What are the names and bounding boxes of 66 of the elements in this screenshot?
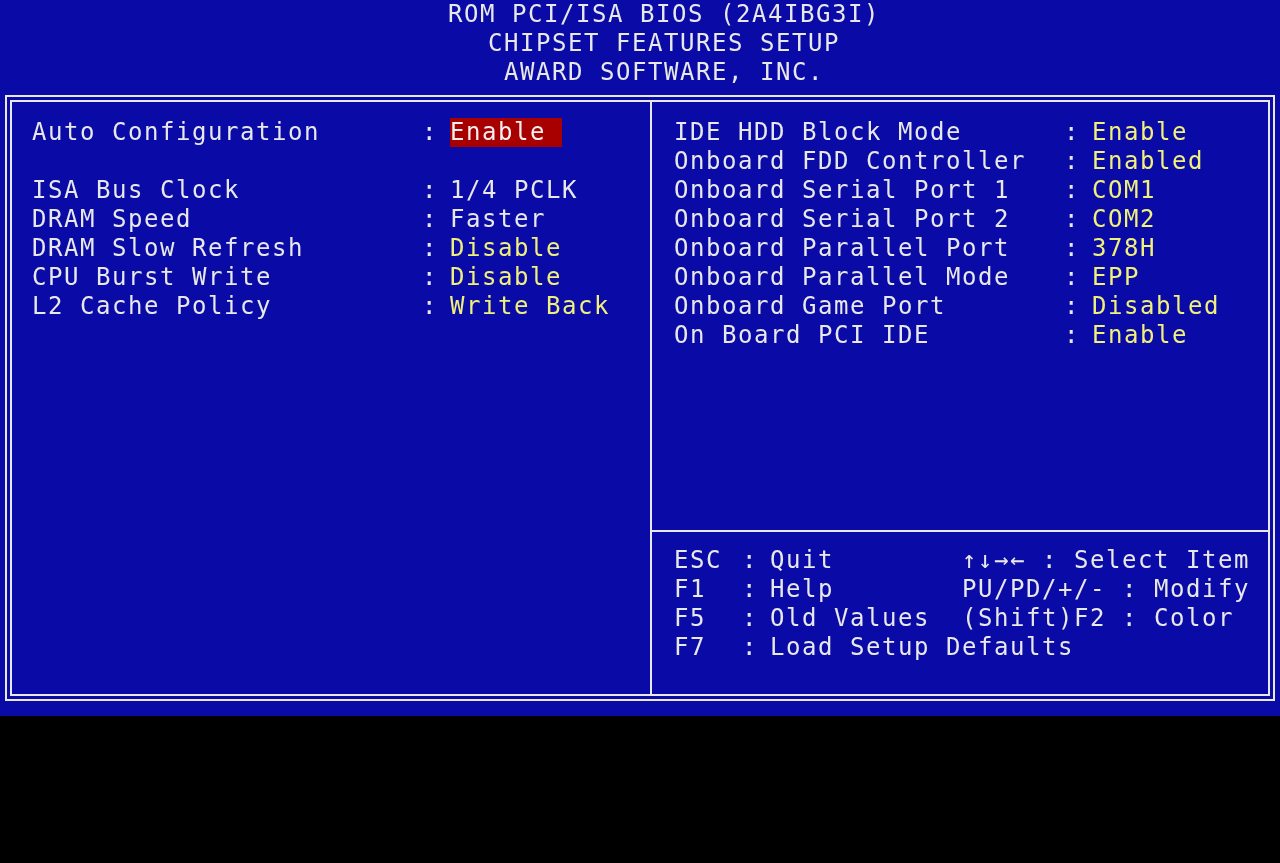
separator-colon: : xyxy=(1064,234,1081,263)
setting-label: Auto Configuration xyxy=(32,118,321,147)
separator-colon: : xyxy=(742,575,759,604)
setting-label: Onboard Game Port xyxy=(674,292,947,321)
help-key: F5 xyxy=(674,604,742,633)
separator-colon: : xyxy=(422,234,439,263)
separator-colon: : xyxy=(742,633,759,662)
separator-colon: : xyxy=(1122,604,1138,633)
help-action: Modify xyxy=(1154,575,1250,604)
setting-value[interactable]: 1/4 PCLK xyxy=(450,176,578,205)
help-action: Help xyxy=(770,575,834,604)
setting-label: DRAM Speed xyxy=(32,205,193,234)
separator-colon: : xyxy=(1064,147,1081,176)
help-key: ↑↓→← xyxy=(962,546,1026,575)
setting-label: Onboard Parallel Port xyxy=(674,234,1011,263)
help-key: PU/PD/+/- xyxy=(962,575,1106,604)
setting-label: On Board PCI IDE xyxy=(674,321,931,350)
setting-label: CPU Burst Write xyxy=(32,263,273,292)
setting-value[interactable]: EPP xyxy=(1092,263,1140,292)
setting-value[interactable]: Write Back xyxy=(450,292,610,321)
setting-label: Onboard Serial Port 2 xyxy=(674,205,1011,234)
header-title: AWARD SOFTWARE, INC. xyxy=(504,58,824,87)
setting-value[interactable]: 378H xyxy=(1092,234,1156,263)
setting-value[interactable]: Disable xyxy=(450,263,562,292)
header-title: CHIPSET FEATURES SETUP xyxy=(488,29,840,58)
separator-colon: : xyxy=(742,546,759,575)
separator-colon: : xyxy=(422,118,439,147)
separator-colon: : xyxy=(1064,176,1081,205)
setting-label: DRAM Slow Refresh xyxy=(32,234,305,263)
separator-colon: : xyxy=(1064,321,1081,350)
setting-value[interactable]: Disable xyxy=(450,234,562,263)
help-action: Select Item xyxy=(1074,546,1250,575)
separator-colon: : xyxy=(742,604,759,633)
separator-colon: : xyxy=(422,292,439,321)
help-action: Color xyxy=(1154,604,1234,633)
setting-value[interactable]: COM1 xyxy=(1092,176,1156,205)
help-key: F7 xyxy=(674,633,742,662)
setting-label: IDE HDD Block Mode xyxy=(674,118,963,147)
setting-value[interactable]: Enable xyxy=(1092,321,1188,350)
setting-value[interactable]: Enabled xyxy=(1092,147,1204,176)
separator-colon: : xyxy=(1064,205,1081,234)
setting-value[interactable]: COM2 xyxy=(1092,205,1156,234)
setting-label: Onboard Serial Port 1 xyxy=(674,176,1011,205)
separator-colon: : xyxy=(1064,263,1081,292)
separator-colon: : xyxy=(422,205,439,234)
setting-label: Onboard Parallel Mode xyxy=(674,263,1011,292)
setting-label: ISA Bus Clock xyxy=(32,176,241,205)
setting-value[interactable]: Enable xyxy=(450,118,562,147)
separator-colon: : xyxy=(1064,118,1081,147)
setting-value[interactable]: Disabled xyxy=(1092,292,1220,321)
separator-colon: : xyxy=(422,176,439,205)
separator-colon: : xyxy=(1064,292,1081,321)
help-action: Old Values xyxy=(770,604,930,633)
setting-label: Onboard FDD Controller xyxy=(674,147,1027,176)
help-key: F1 xyxy=(674,575,742,604)
setting-value[interactable]: Enable xyxy=(1092,118,1188,147)
help-key: ESC xyxy=(674,546,742,575)
setting-value[interactable]: Faster xyxy=(450,205,546,234)
separator-colon: : xyxy=(1042,546,1058,575)
separator-colon: : xyxy=(422,263,439,292)
header-title: ROM PCI/ISA BIOS (2A4IBG3I) xyxy=(448,0,880,29)
setting-label: L2 Cache Policy xyxy=(32,292,273,321)
help-key: (Shift)F2 xyxy=(962,604,1106,633)
separator-colon: : xyxy=(1122,575,1138,604)
help-action: Quit xyxy=(770,546,834,575)
help-action: Load Setup Defaults xyxy=(770,633,1074,662)
